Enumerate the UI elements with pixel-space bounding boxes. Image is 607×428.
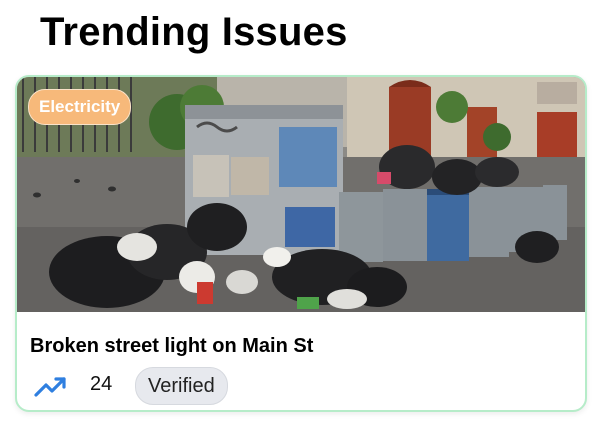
trending-page: Trending Issues Electricity Broken stree… bbox=[0, 0, 607, 428]
status-badge: Verified bbox=[135, 367, 228, 405]
section-title: Trending Issues bbox=[40, 10, 348, 54]
vote-count: 24 bbox=[90, 373, 113, 395]
category-badge[interactable]: Electricity bbox=[28, 89, 132, 125]
issue-card[interactable]: Electricity Broken street light on Main … bbox=[15, 75, 587, 412]
issue-stats: 24 Verified bbox=[34, 367, 574, 405]
trending-up-icon[interactable] bbox=[34, 373, 70, 399]
issue-title[interactable]: Broken street light on Main St bbox=[30, 335, 313, 358]
